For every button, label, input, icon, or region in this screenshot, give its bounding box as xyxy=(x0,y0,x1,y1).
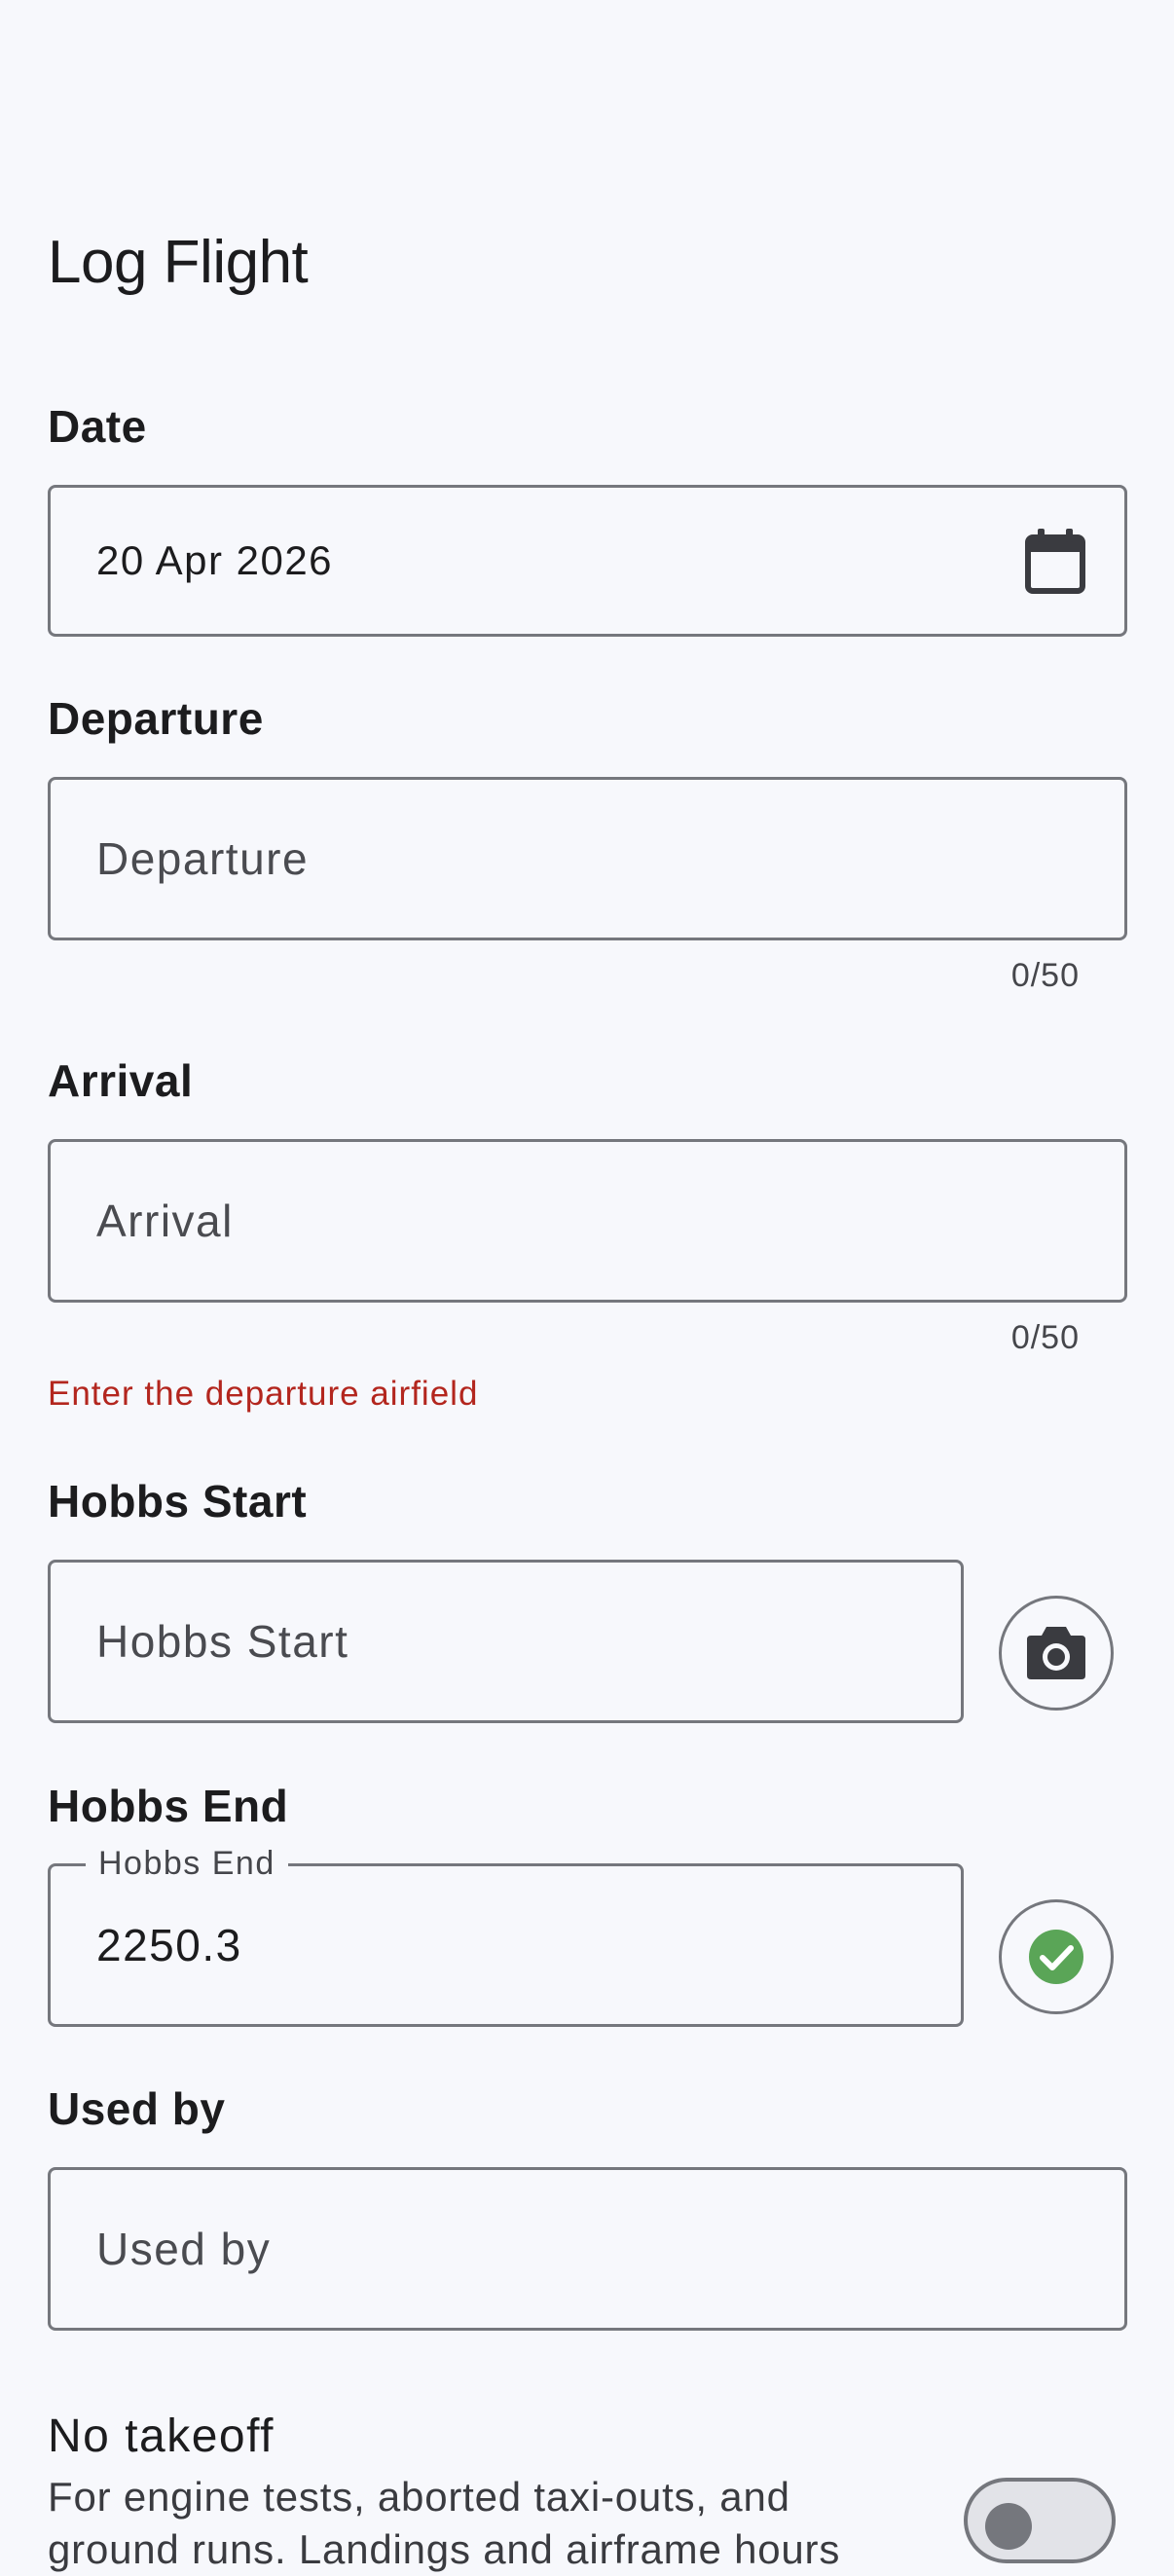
no-takeoff-title: No takeoff xyxy=(48,2410,275,2462)
departure-placeholder: Departure xyxy=(96,833,310,884)
toggle-knob xyxy=(985,2503,1032,2550)
used-by-label: Used by xyxy=(48,2083,226,2134)
page-title: Log Flight xyxy=(48,229,309,296)
arrival-placeholder: Arrival xyxy=(96,1196,234,1246)
camera-icon xyxy=(1027,1627,1085,1679)
no-takeoff-toggle[interactable] xyxy=(964,2478,1116,2563)
arrival-error-message: Enter the departure airfield xyxy=(48,1375,479,1413)
hobbs-end-status-button[interactable] xyxy=(999,1899,1114,2014)
used-by-placeholder: Used by xyxy=(96,2224,272,2274)
hobbs-end-floating-label: Hobbs End xyxy=(86,1841,288,1886)
departure-input[interactable]: Departure xyxy=(48,777,1127,940)
hobbs-end-label: Hobbs End xyxy=(48,1781,289,1831)
hobbs-end-input[interactable]: Hobbs End 2250.3 xyxy=(48,1841,964,2027)
departure-label: Departure xyxy=(48,693,264,744)
check-circle-icon xyxy=(1029,1930,1083,1984)
arrival-input[interactable]: Arrival xyxy=(48,1139,1127,1303)
scan-hobbs-start-button[interactable] xyxy=(999,1596,1114,1711)
hobbs-start-input[interactable]: Hobbs Start xyxy=(48,1560,964,1723)
hobbs-start-label: Hobbs Start xyxy=(48,1476,308,1527)
date-value: 20 Apr 2026 xyxy=(96,537,334,583)
no-takeoff-description: For engine tests, aborted taxi-outs, and… xyxy=(48,2474,841,2572)
departure-counter: 0/50 xyxy=(1010,957,1080,994)
calendar-icon[interactable] xyxy=(1023,529,1087,595)
date-field[interactable]: 20 Apr 2026 xyxy=(48,485,1127,637)
arrival-label: Arrival xyxy=(48,1055,194,1106)
date-label: Date xyxy=(48,401,147,452)
hobbs-end-value: 2250.3 xyxy=(96,1920,242,1970)
used-by-input[interactable]: Used by xyxy=(48,2167,1127,2331)
arrival-counter: 0/50 xyxy=(1010,1319,1080,1356)
hobbs-start-placeholder: Hobbs Start xyxy=(96,1616,349,1667)
